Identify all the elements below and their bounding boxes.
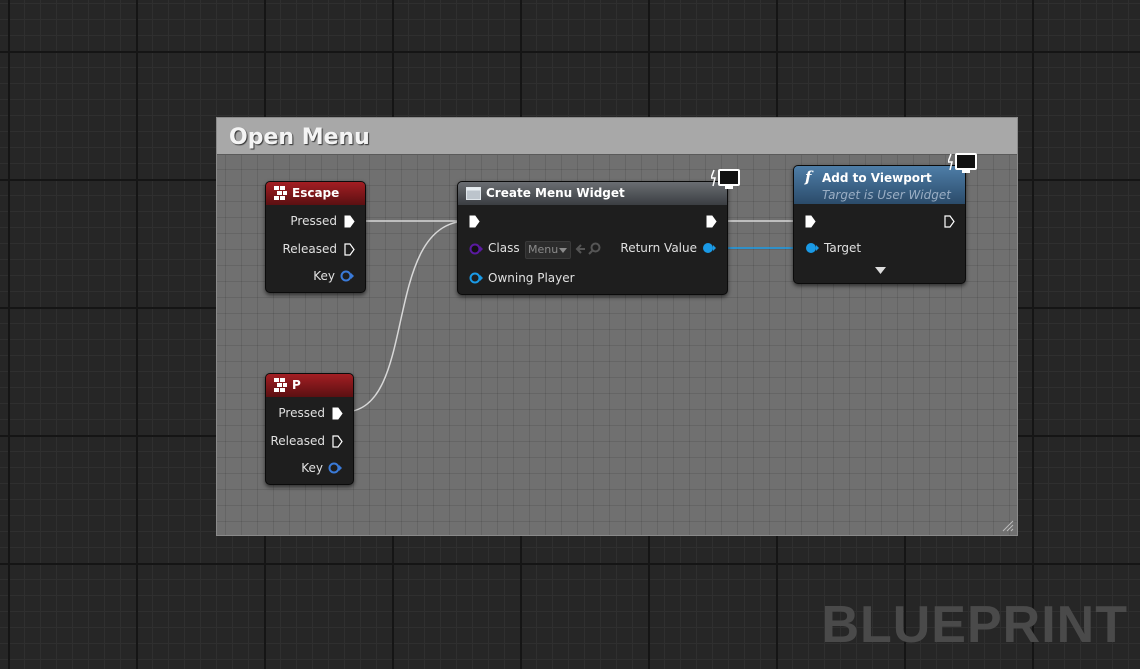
browse-search-icon[interactable] [588, 242, 601, 255]
node-p-title: P [292, 378, 301, 392]
class-label: Class [488, 241, 520, 255]
p-pressed-label: Pressed [278, 406, 325, 420]
owning-player-label: Owning Player [488, 271, 575, 285]
node-add-to-viewport-title: Add to Viewport [822, 171, 932, 185]
exec-in-pin-icon[interactable] [805, 215, 816, 228]
blueprint-watermark: BLUEPRINT [821, 596, 1128, 654]
client-only-monitor-icon [948, 153, 977, 173]
exec-out-pin-icon[interactable] [344, 215, 355, 228]
class-dropdown[interactable]: Menu [525, 241, 571, 259]
exec-out-pin-icon[interactable] [344, 243, 355, 256]
chevron-down-icon [559, 248, 567, 253]
node-create-widget-header[interactable]: Create Menu Widget [458, 182, 727, 205]
widget-icon [466, 187, 481, 200]
p-released-label: Released [270, 434, 325, 448]
class-in-pin-icon[interactable] [469, 243, 483, 255]
node-escape-title: Escape [292, 186, 340, 200]
node-escape[interactable]: Escape Pressed Released Key [265, 181, 366, 293]
node-add-to-viewport[interactable]: f Add to Viewport Target is User Widget … [793, 165, 966, 284]
node-add-to-viewport-subtitle: Target is User Widget [822, 188, 951, 202]
struct-out-pin-icon[interactable] [340, 270, 354, 282]
object-in-pin-icon[interactable] [805, 242, 819, 254]
struct-out-pin-icon[interactable] [328, 462, 342, 474]
wires-layer [343, 220, 806, 413]
class-dropdown-value: Menu [528, 243, 559, 256]
node-create-widget-title: Create Menu Widget [486, 186, 625, 200]
node-escape-header[interactable]: Escape [266, 182, 365, 205]
exec-out-pin-icon[interactable] [332, 435, 343, 448]
exec-out-pin-icon[interactable] [944, 215, 955, 228]
function-icon: f [805, 168, 812, 186]
client-only-monitor-icon [711, 169, 740, 189]
node-p-header[interactable]: P [266, 374, 353, 397]
node-p[interactable]: P Pressed Released Key [265, 373, 354, 485]
use-selected-arrow-icon[interactable] [574, 243, 586, 255]
object-out-pin-icon[interactable] [702, 242, 716, 254]
return-value-label: Return Value [620, 241, 697, 255]
exec-out-pin-icon[interactable] [706, 215, 717, 228]
p-key-label: Key [301, 461, 323, 475]
escape-key-label: Key [313, 269, 335, 283]
node-create-widget[interactable]: Create Menu Widget Class Menu Return Val… [457, 181, 728, 295]
escape-released-label: Released [282, 242, 337, 256]
node-add-to-viewport-header[interactable]: f Add to Viewport Target is User Widget [794, 166, 965, 204]
target-label: Target [824, 241, 862, 255]
exec-out-pin-icon[interactable] [332, 407, 343, 420]
escape-pressed-label: Pressed [290, 214, 337, 228]
keyboard-icon [274, 378, 287, 392]
expand-arrow-icon[interactable] [875, 267, 886, 275]
exec-in-pin-icon[interactable] [469, 215, 480, 228]
object-in-pin-icon[interactable] [469, 272, 483, 284]
keyboard-icon [274, 186, 287, 200]
